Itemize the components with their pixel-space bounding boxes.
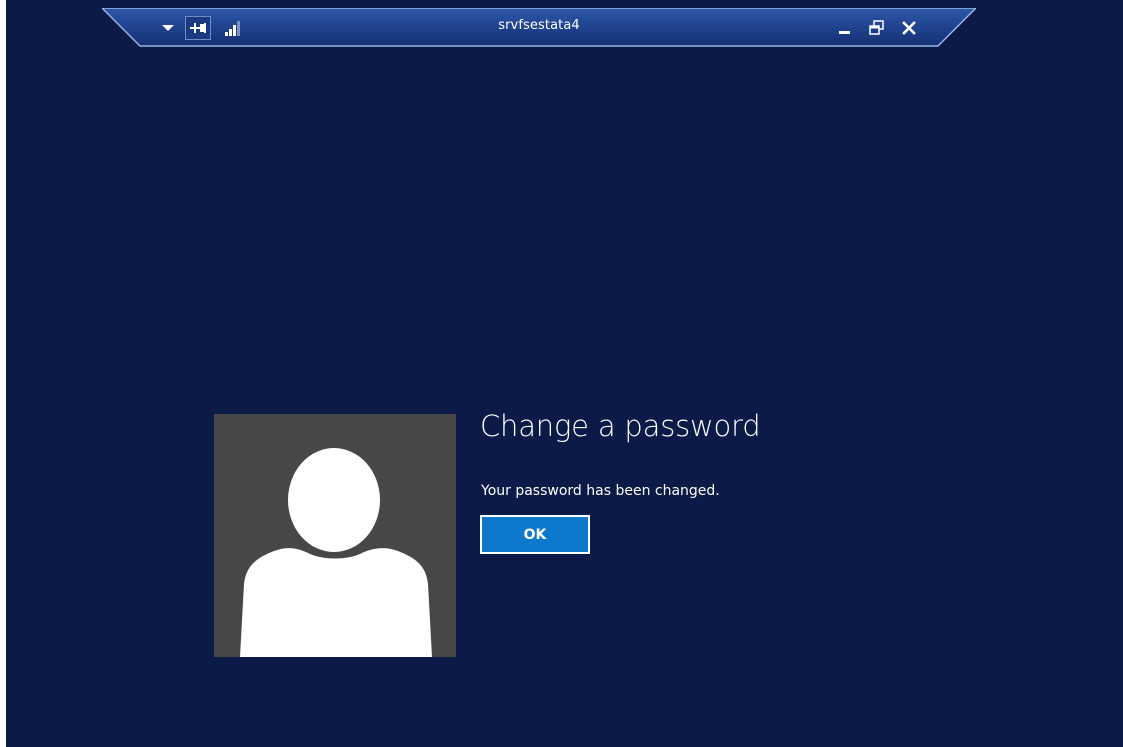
restore-button[interactable]: [867, 15, 887, 41]
restore-icon: [869, 20, 884, 35]
dialog-message: Your password has been changed.: [481, 483, 720, 499]
remote-desktop-screen: srvfsestata4 Change a password Your pass…: [6, 0, 1123, 747]
dialog-title: Change a password: [480, 409, 761, 443]
user-avatar-tile: [214, 414, 456, 657]
close-button[interactable]: [899, 15, 919, 41]
close-icon: [902, 21, 916, 35]
minimize-icon: [839, 31, 850, 34]
user-avatar-icon: [240, 448, 432, 657]
minimize-button[interactable]: [836, 15, 854, 41]
connection-bar: srvfsestata4: [102, 8, 976, 48]
ok-button[interactable]: OK: [480, 515, 590, 554]
